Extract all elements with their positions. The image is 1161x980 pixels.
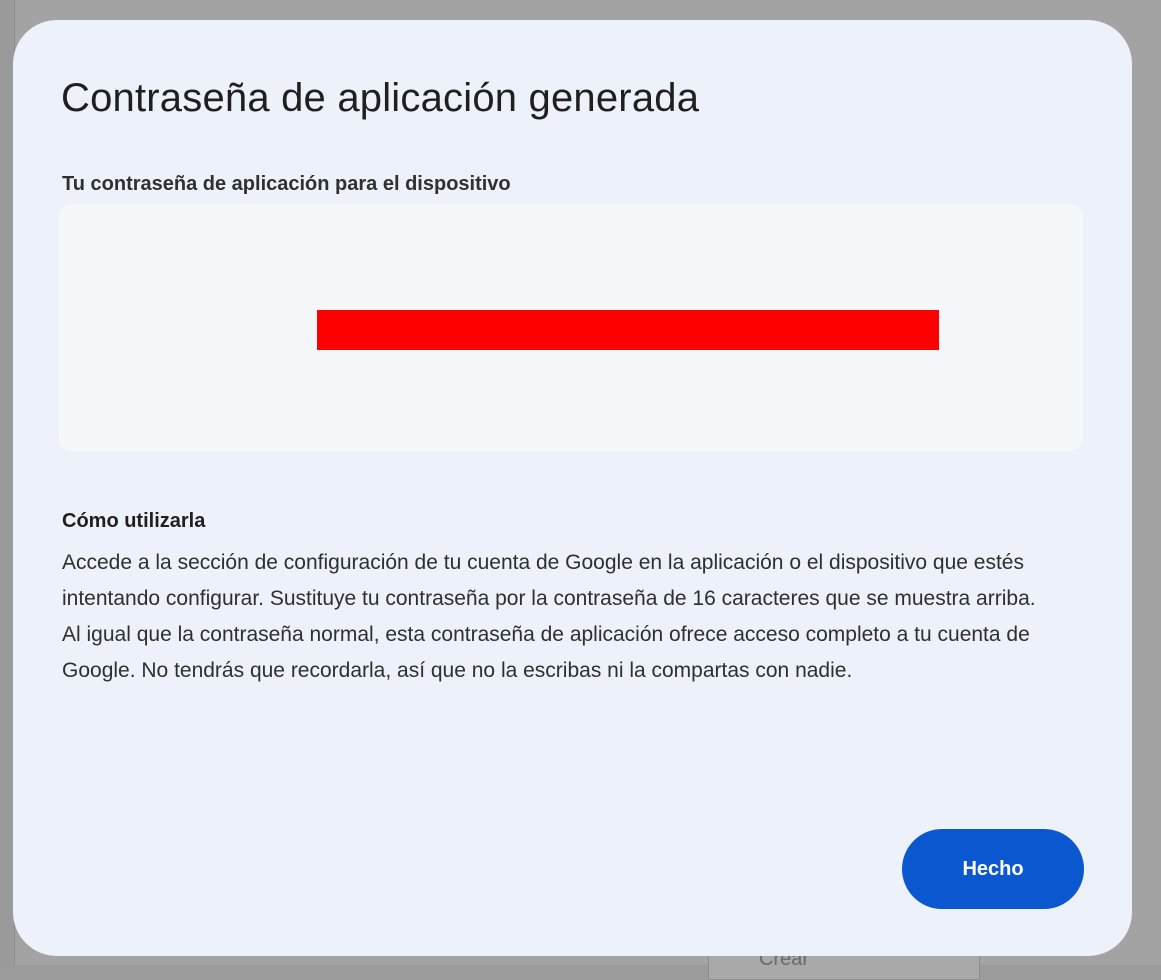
- howto-paragraph: Al igual que la contraseña normal, esta …: [62, 623, 1030, 682]
- done-button[interactable]: Hecho: [902, 829, 1084, 909]
- howto-paragraph: Accede a la sección de configuración de …: [62, 551, 1036, 610]
- password-display-box: [59, 204, 1083, 451]
- password-redaction-bar: [317, 310, 939, 350]
- password-section-label: Tu contraseña de aplicación para el disp…: [62, 173, 511, 195]
- dialog-title: Contraseña de aplicación generada: [61, 76, 700, 120]
- howto-body: Accede a la sección de configuración de …: [62, 545, 1072, 689]
- app-password-dialog: Contraseña de aplicación generada Tu con…: [13, 20, 1132, 956]
- howto-heading: Cómo utilizarla: [62, 510, 206, 532]
